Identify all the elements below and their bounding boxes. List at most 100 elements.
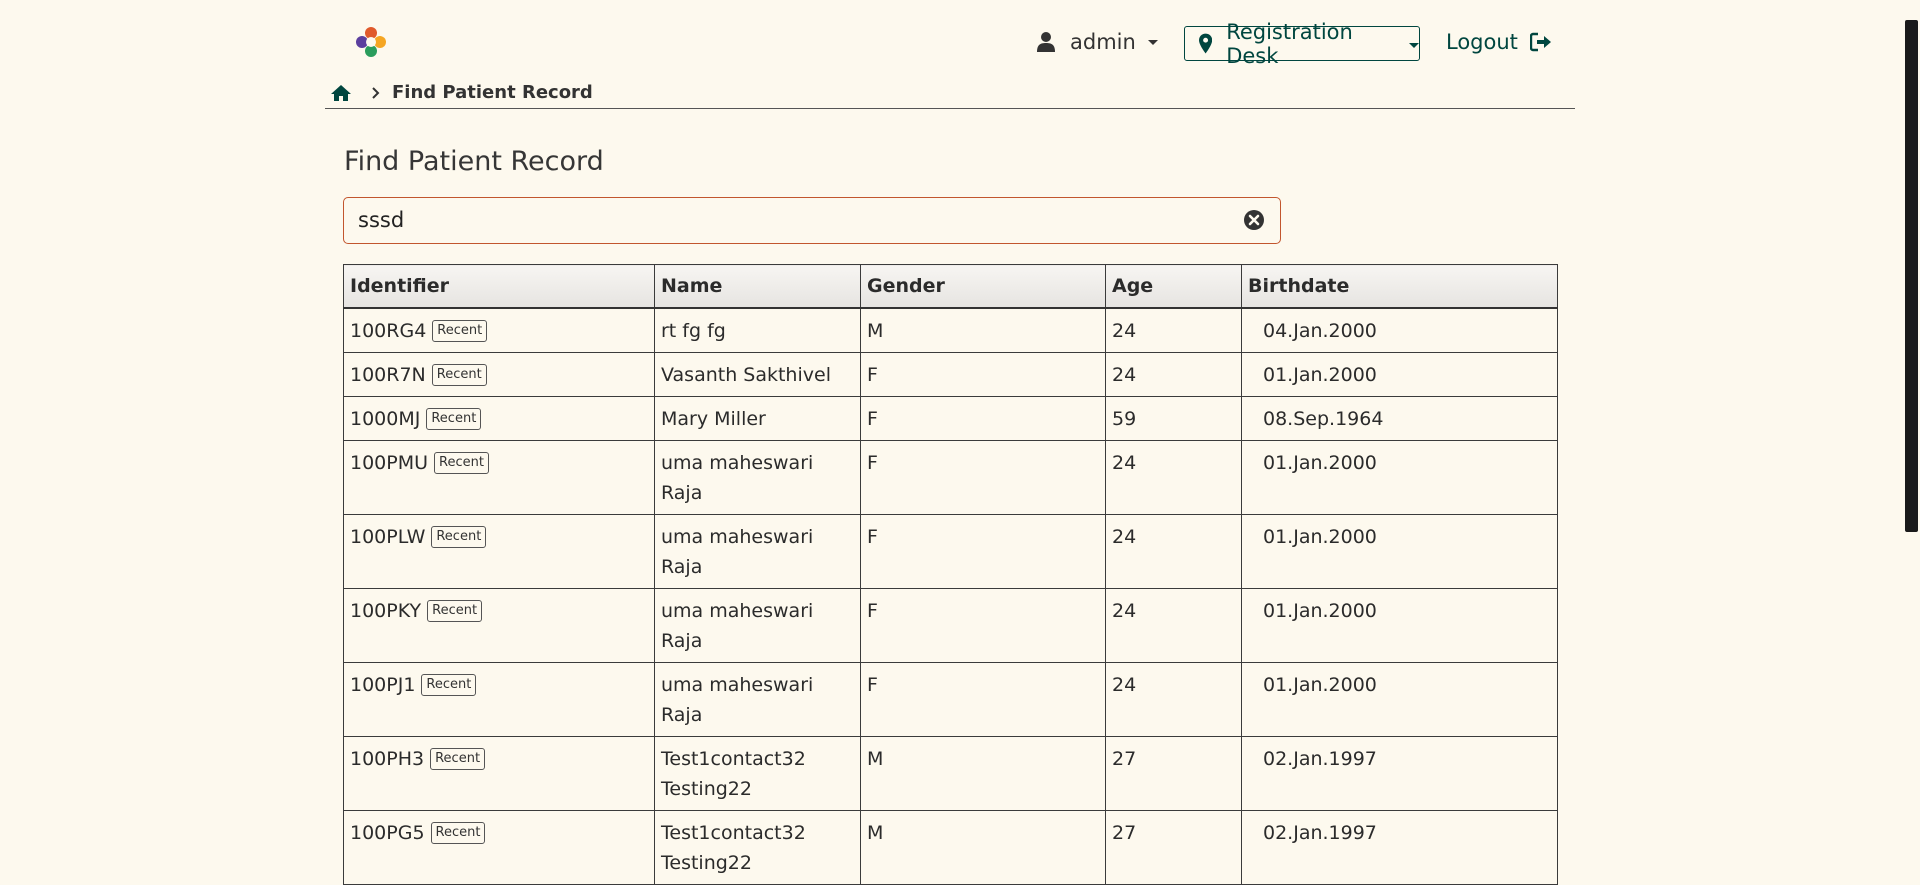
birthdate-value: 02.Jan.1997 [1263,748,1377,770]
gender-cell: M [860,307,1106,353]
gender-cell: F [860,352,1106,397]
identifier-value: 100PMU [350,452,429,474]
table-row[interactable]: 100PJ1 Recent uma maheswari Raja F 24 01.… [343,662,1558,737]
patient-search-box [343,197,1281,244]
birthdate-value: 08.Sep.1964 [1263,408,1384,430]
birthdate-value: 01.Jan.2000 [1263,364,1377,386]
gender-cell: F [860,440,1106,515]
identifier-value: 100PH3 [350,748,425,770]
table-row[interactable]: 100RG4 Recent rt fg fg M 24 04.Jan.2000 [343,307,1558,353]
name-cell: rt fg fg [654,307,861,353]
recent-badge: Recent [430,748,486,770]
chevron-down-icon [1147,39,1158,45]
gender-cell: F [860,396,1106,441]
identifier-cell: 100R7N Recent [343,352,655,397]
user-name: admin [1070,30,1136,54]
birthdate-cell: 01.Jan.2000 [1241,352,1558,397]
column-header-identifier[interactable]: Identifier [343,264,655,309]
vertical-scrollbar[interactable] [1903,0,1920,869]
birthdate-cell: 08.Sep.1964 [1241,396,1558,441]
identifier-value: 100PKY [350,600,422,622]
table-row[interactable]: 100PLW Recent uma maheswari Raja F 24 01.… [343,514,1558,589]
recent-badge: Recent [434,452,489,474]
birthdate-cell: 01.Jan.2000 [1241,588,1558,663]
column-header-age[interactable]: Age [1105,264,1242,309]
birthdate-cell: 01.Jan.2000 [1241,440,1558,515]
recent-badge: Recent [430,822,486,844]
name-cell: uma maheswari Raja [654,588,861,663]
recent-badge: Recent [427,600,483,622]
logo-text: OpenMRS [392,29,503,55]
identifier-cell: 100RG4 Recent [343,307,655,353]
birthdate-cell: 01.Jan.2000 [1241,514,1558,589]
birthdate-value: 01.Jan.2000 [1263,526,1377,548]
age-cell: 24 [1105,307,1242,353]
identifier-value: 100RG4 [350,320,427,342]
birthdate-cell: 02.Jan.1997 [1241,736,1558,811]
gender-cell: M [860,736,1106,811]
age-cell: 24 [1105,352,1242,397]
patient-search-input[interactable] [358,206,1218,234]
user-icon [1037,32,1055,52]
name-cell: Test1contact32 Testing22 [654,810,861,885]
column-header-gender[interactable]: Gender [860,264,1106,309]
home-icon[interactable] [330,84,352,102]
gender-cell: F [860,662,1106,737]
map-marker-icon [1199,33,1213,54]
breadcrumb-current: Find Patient Record [392,82,593,103]
table-row[interactable]: 1000MJ Recent Mary Miller F 59 08.Sep.196… [343,396,1558,441]
logout-link[interactable]: Logout [1446,30,1552,54]
table-row[interactable]: 100PH3 Recent Test1contact32 Testing22 M … [343,736,1558,811]
recent-badge: Recent [421,674,477,696]
age-cell: 24 [1105,440,1242,515]
birthdate-value: 01.Jan.2000 [1263,452,1377,474]
column-header-birthdate[interactable]: Birthdate [1241,264,1558,309]
clear-search-icon[interactable] [1244,210,1264,230]
birthdate-value: 04.Jan.2000 [1263,320,1377,342]
birthdate-cell: 04.Jan.2000 [1241,307,1558,353]
table-row[interactable]: 100PKY Recent uma maheswari Raja F 24 01.… [343,588,1558,663]
identifier-value: 100PJ1 [350,674,416,696]
identifier-cell: 100PLW Recent [343,514,655,589]
identifier-value: 100PLW [350,526,426,548]
birthdate-value: 01.Jan.2000 [1263,600,1377,622]
age-cell: 27 [1105,736,1242,811]
birthdate-value: 02.Jan.1997 [1263,822,1377,844]
name-cell: Mary Miller [654,396,861,441]
table-row[interactable]: 100PMU Recent uma maheswari Raja F 24 01.… [343,440,1558,515]
column-header-name[interactable]: Name [654,264,861,309]
name-cell: uma maheswari Raja [654,662,861,737]
logout-label: Logout [1446,30,1518,54]
location-selector[interactable]: Registration Desk [1184,20,1420,68]
top-header: OpenMRS admin Registration Desk Logout F [0,0,1920,109]
age-cell: 24 [1105,588,1242,663]
identifier-cell: 100PJ1 Recent [343,662,655,737]
openmrs-logo-icon [356,27,386,57]
gender-cell: M [860,810,1106,885]
patient-results-table: Identifier Name Gender Age Birthdate 100… [343,264,1558,885]
name-cell: uma maheswari Raja [654,514,861,589]
age-cell: 27 [1105,810,1242,885]
openmrs-logo[interactable]: OpenMRS [354,25,503,59]
identifier-cell: 100PH3 Recent [343,736,655,811]
table-row[interactable]: 100PG5 Recent Test1contact32 Testing22 M … [343,810,1558,885]
header-divider [325,108,1575,109]
user-menu[interactable]: admin [1036,30,1158,54]
name-cell: uma maheswari Raja [654,440,861,515]
identifier-value: 100PG5 [350,822,425,844]
chevron-down-icon [1409,43,1419,48]
recent-badge: Recent [431,526,487,548]
table-row[interactable]: 100R7N Recent Vasanth Sakthivel F 24 01.J… [343,352,1558,397]
recent-badge: Recent [431,364,487,386]
birthdate-cell: 02.Jan.1997 [1241,810,1558,885]
sign-out-icon [1529,32,1551,52]
birthdate-cell: 01.Jan.2000 [1241,662,1558,737]
table-header-row: Identifier Name Gender Age Birthdate [343,264,1558,309]
name-cell: Test1contact32 Testing22 [654,736,861,811]
identifier-value: 1000MJ [350,408,421,430]
identifier-value: 100R7N [350,364,426,386]
name-cell: Vasanth Sakthivel [654,352,861,397]
scrollbar-thumb[interactable] [1905,20,1918,532]
gender-cell: F [860,588,1106,663]
identifier-cell: 100PG5 Recent [343,810,655,885]
